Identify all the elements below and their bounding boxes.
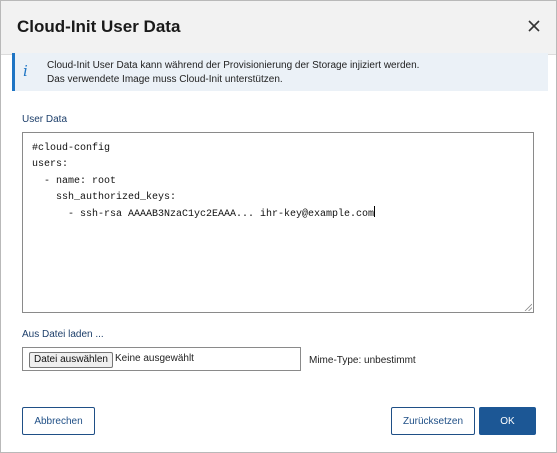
resize-grip-icon[interactable] [524,303,532,311]
code-line: - name: root [32,175,117,187]
code-line: #cloud-config [32,143,111,154]
info-banner: i Cloud-Init User Data kann während der … [12,53,548,91]
cloud-init-dialog: Cloud-Init User Data i Cloud-Init User D… [0,0,557,453]
info-text: Cloud-Init User Data kann während der Pr… [47,59,419,87]
file-upload-label: Aus Datei laden ... [22,329,104,340]
text-caret [374,206,376,218]
reset-button[interactable]: Zurücksetzen [391,407,475,435]
dialog-title: Cloud-Init User Data [17,17,181,36]
code-line: users: [32,159,69,171]
dialog-header: Cloud-Init User Data [1,1,556,55]
code-line: ssh_authorized_keys: [32,191,177,203]
code-line: - ssh-rsa AAAAB3NzaC1yc2EAAA... ihr-key@… [32,209,375,221]
mime-type-text: Mime-Type: unbestimmt [309,355,416,366]
info-icon: i [23,62,28,80]
file-status: Keine ausgewählt [115,353,194,364]
user-data-content[interactable]: #cloud-config users: - name: root ssh_au… [23,133,533,223]
info-line-1: Cloud-Init User Data kann während der Pr… [47,60,420,71]
close-icon[interactable] [524,16,544,36]
user-data-label: User Data [22,114,68,125]
user-data-textarea[interactable]: #cloud-config users: - name: root ssh_au… [22,132,534,313]
file-input[interactable]: Datei auswählen Keine ausgewählt [22,347,301,371]
cancel-button[interactable]: Abbrechen [22,407,95,435]
choose-file-button[interactable]: Datei auswählen [29,352,113,368]
ok-button[interactable]: OK [479,407,536,435]
info-line-2: Das verwendete Image muss Cloud-Init unt… [47,74,283,85]
